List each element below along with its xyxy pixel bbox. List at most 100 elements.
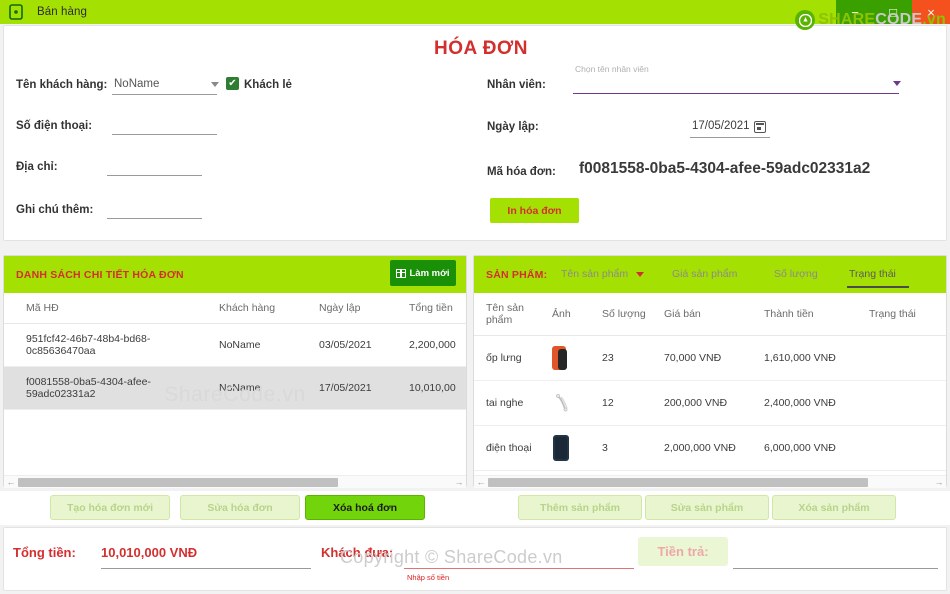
product-table: Tên sản phẩm Ảnh Số lượng Giá bán Thành … bbox=[474, 293, 946, 471]
edit-product-button[interactable]: Sửa sản phẩm bbox=[645, 495, 769, 520]
change-due-button[interactable]: Tiền trả: bbox=[638, 537, 728, 566]
scroll-right-icon[interactable]: → bbox=[452, 477, 466, 487]
cell-quantity: 23 bbox=[602, 335, 664, 381]
col-date: Ngày lập bbox=[319, 293, 409, 324]
date-input-underline[interactable] bbox=[690, 137, 770, 138]
employee-label: Nhân viên: bbox=[487, 79, 546, 91]
cell-invoice-code: 951fcf42-46b7-48b4-bd68-0c85636470aa bbox=[4, 323, 219, 367]
phone-image bbox=[552, 435, 572, 461]
col-amount: Thành tiền bbox=[764, 293, 869, 336]
cell-quantity: 3 bbox=[602, 425, 664, 471]
invoice-list-header: DANH SÁCH CHI TIẾT HÓA ĐƠN Làm mới bbox=[4, 256, 466, 293]
customer-given-label: Khách đưa: bbox=[321, 545, 394, 560]
col-product-name: Tên sản phẩm bbox=[474, 293, 552, 336]
cell-status bbox=[869, 425, 946, 471]
product-panel-title: SẢN PHẨM: bbox=[486, 269, 548, 281]
cell-total: 10,010,00 bbox=[409, 366, 466, 410]
col-image: Ảnh bbox=[552, 293, 602, 336]
delete-product-button[interactable]: Xóa sản phẩm bbox=[772, 495, 896, 520]
invoice-list-title: DANH SÁCH CHI TIẾT HÓA ĐƠN bbox=[16, 269, 184, 281]
invoice-table-wrapper: Mã HĐ Khách hàng Ngày lập Tổng tiền 951f… bbox=[4, 293, 466, 488]
employee-chevron-down-icon[interactable] bbox=[893, 81, 901, 86]
col-total: Tổng tiền bbox=[409, 293, 466, 324]
table-row[interactable]: f0081558-0ba5-4304-afee-59adc02331a2 NoN… bbox=[4, 366, 466, 410]
sharecode-watermark-logo: SHARECODE.vn bbox=[795, 10, 946, 30]
date-value[interactable]: 17/05/2021 bbox=[692, 120, 750, 132]
table-row[interactable]: tai nghe 12 200,000 VNĐ 2,400,000 VNĐ bbox=[474, 380, 946, 426]
cell-date: 17/05/2021 bbox=[319, 366, 409, 410]
invoice-table: Mã HĐ Khách hàng Ngày lập Tổng tiền 951f… bbox=[4, 293, 466, 410]
customer-name-value[interactable]: NoName bbox=[114, 78, 159, 90]
retail-customer-checkbox[interactable]: ✔ bbox=[226, 77, 239, 90]
window-title: Bán hàng bbox=[37, 6, 88, 18]
delete-invoice-button[interactable]: Xóa hoá đơn bbox=[305, 495, 425, 520]
product-status-underline bbox=[847, 286, 909, 288]
date-label: Ngày lập: bbox=[487, 121, 539, 133]
cell-amount: 2,400,000 VNĐ bbox=[764, 380, 869, 426]
cell-product-image bbox=[552, 380, 602, 426]
product-table-wrapper: Tên sản phẩm Ảnh Số lượng Giá bán Thành … bbox=[474, 293, 946, 488]
product-name-field-label[interactable]: Tên sản phẩm bbox=[561, 268, 628, 280]
scroll-right-icon[interactable]: → bbox=[932, 477, 946, 487]
calendar-icon[interactable] bbox=[754, 121, 766, 133]
cell-price: 2,000,000 VNĐ bbox=[664, 425, 764, 471]
logo-text-share: SHARE bbox=[818, 11, 876, 28]
hscroll-thumb[interactable] bbox=[18, 477, 338, 487]
invoice-table-header-row: Mã HĐ Khách hàng Ngày lập Tổng tiền bbox=[4, 293, 466, 324]
refresh-button[interactable]: Làm mới bbox=[390, 260, 456, 286]
table-row[interactable]: điện thoại 3 2,000,000 VNĐ 6,000,000 VNĐ bbox=[474, 425, 946, 471]
phone-case-image bbox=[552, 345, 572, 371]
page-title: HÓA ĐƠN bbox=[434, 38, 528, 59]
cell-amount: 1,610,000 VNĐ bbox=[764, 335, 869, 381]
change-due-input[interactable] bbox=[733, 568, 938, 569]
cell-product-name: ốp lưng bbox=[474, 335, 552, 381]
employee-placeholder: Chọn tên nhân viên bbox=[575, 64, 649, 74]
cell-price: 200,000 VNĐ bbox=[664, 380, 764, 426]
invoice-list-panel: DANH SÁCH CHI TIẾT HÓA ĐƠN Làm mới Mã HĐ… bbox=[3, 255, 467, 488]
retail-customer-label: Khách lẻ bbox=[244, 79, 292, 91]
address-label: Địa chỉ: bbox=[16, 161, 58, 173]
hscroll-thumb[interactable] bbox=[488, 477, 868, 487]
cell-product-image bbox=[552, 425, 602, 471]
table-row[interactable]: ốp lưng 23 70,000 VNĐ 1,610,000 VNĐ bbox=[474, 335, 946, 381]
table-row[interactable]: 951fcf42-46b7-48b4-bd68-0c85636470aa NoN… bbox=[4, 323, 466, 367]
customer-given-input[interactable] bbox=[404, 568, 634, 569]
print-invoice-button[interactable]: In hóa đơn bbox=[490, 198, 579, 223]
product-qty-field-label[interactable]: Số lượng bbox=[774, 268, 818, 280]
phone-input[interactable] bbox=[112, 134, 217, 135]
total-value: 10,010,000 VNĐ bbox=[101, 545, 198, 560]
invoice-code-value: f0081558-0ba5-4304-afee-59adc02331a2 bbox=[579, 160, 871, 177]
edit-invoice-button[interactable]: Sửa hóa đơn bbox=[180, 495, 300, 520]
hscroll-track[interactable] bbox=[18, 477, 452, 487]
total-label: Tổng tiền: bbox=[13, 545, 76, 560]
cell-quantity: 12 bbox=[602, 380, 664, 426]
customer-name-input-underline[interactable] bbox=[112, 94, 217, 95]
cell-customer: NoName bbox=[219, 366, 319, 410]
logo-text-vn: .vn bbox=[922, 11, 946, 28]
employee-select[interactable] bbox=[573, 93, 899, 94]
col-status: Trạng thái bbox=[869, 293, 946, 336]
product-panel-header: SẢN PHẨM: Tên sản phẩm Giá sản phẩm Số l… bbox=[474, 256, 946, 293]
cell-product-image bbox=[552, 335, 602, 381]
chevron-down-icon[interactable] bbox=[211, 82, 219, 87]
action-button-bar: Tạo hóa đơn mới Sửa hóa đơn Xóa hoá đơn … bbox=[0, 491, 950, 525]
phone-app-icon bbox=[7, 3, 25, 21]
product-status-field-label[interactable]: Trạng thái bbox=[849, 268, 896, 280]
col-invoice-code: Mã HĐ bbox=[4, 293, 219, 324]
cell-amount: 6,000,000 VNĐ bbox=[764, 425, 869, 471]
sharecode-logo-icon bbox=[795, 10, 816, 30]
col-customer: Khách hàng bbox=[219, 293, 319, 324]
create-invoice-button[interactable]: Tạo hóa đơn mới bbox=[50, 495, 170, 520]
address-input[interactable] bbox=[107, 175, 202, 176]
hscroll-track[interactable] bbox=[488, 477, 932, 487]
invoice-table-hscrollbar[interactable]: ← → bbox=[4, 475, 466, 488]
note-input[interactable] bbox=[107, 218, 202, 219]
product-price-field-label[interactable]: Giá sản phẩm bbox=[672, 268, 737, 280]
product-table-hscrollbar[interactable]: ← → bbox=[474, 475, 946, 488]
add-product-button[interactable]: Thêm sản phẩm bbox=[518, 495, 642, 520]
cell-product-name: tai nghe bbox=[474, 380, 552, 426]
scroll-left-icon[interactable]: ← bbox=[4, 477, 18, 487]
product-name-chevron-down-icon[interactable] bbox=[636, 272, 644, 277]
cell-total: 2,200,000 bbox=[409, 323, 466, 367]
scroll-left-icon[interactable]: ← bbox=[474, 477, 488, 487]
